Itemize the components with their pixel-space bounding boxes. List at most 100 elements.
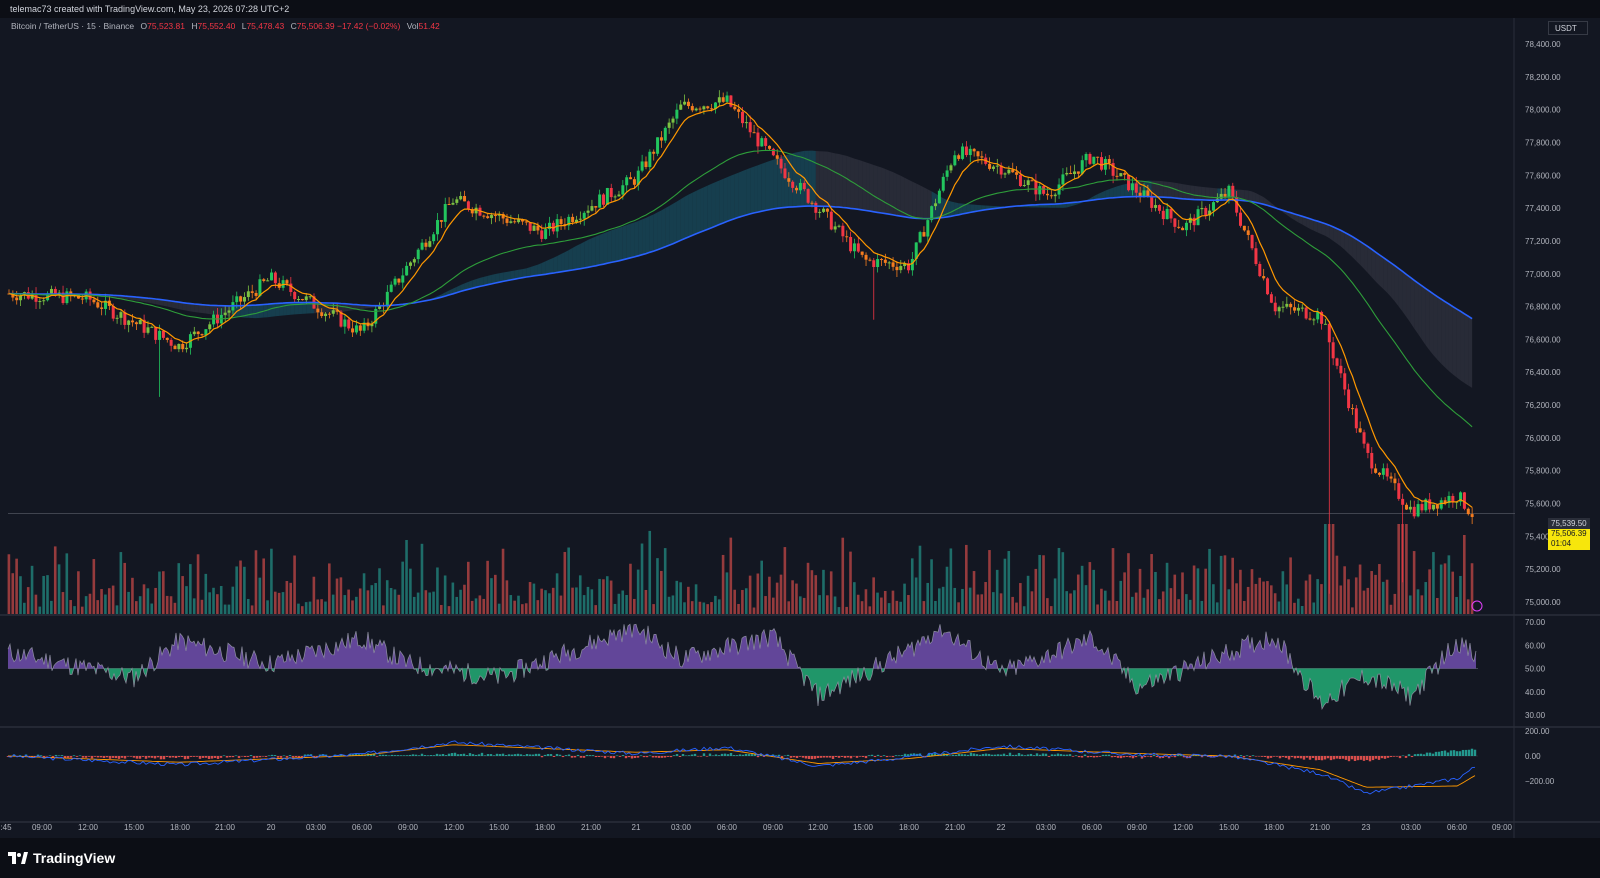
candle-body bbox=[320, 312, 324, 317]
rsi-fill bbox=[770, 630, 772, 669]
candle-body bbox=[1401, 498, 1405, 505]
rsi-fill bbox=[200, 643, 202, 669]
rsi-fill bbox=[1414, 668, 1416, 693]
macd-histogram-bar bbox=[174, 756, 178, 758]
volume-bar bbox=[1142, 597, 1146, 614]
candle-body bbox=[1184, 222, 1188, 231]
candle-body bbox=[540, 230, 544, 239]
volume-bar bbox=[1161, 591, 1165, 614]
cloud-segment bbox=[267, 303, 272, 318]
candle-body bbox=[968, 148, 972, 156]
chart-svg[interactable]: 78,400.0078,200.0078,000.0077,800.0077,6… bbox=[0, 18, 1600, 838]
candle-body bbox=[1289, 303, 1293, 308]
macd-histogram-bar bbox=[1398, 756, 1402, 759]
volume-bar bbox=[1269, 585, 1273, 614]
candle-body bbox=[1269, 294, 1273, 303]
volume-bar bbox=[42, 575, 45, 614]
volume-bar bbox=[829, 571, 833, 614]
candle-body bbox=[436, 220, 440, 235]
cloud-segment bbox=[734, 172, 739, 219]
symbol-label[interactable]: Bitcoin / TetherUS · 15 · Binance bbox=[11, 21, 134, 31]
candle-body bbox=[1296, 307, 1300, 311]
rsi-fill bbox=[1052, 654, 1054, 669]
macd-histogram-bar bbox=[258, 756, 262, 758]
price-tick-label: 77,200.00 bbox=[1525, 237, 1561, 246]
volume-bar bbox=[185, 586, 188, 614]
macd-histogram-bar bbox=[774, 755, 778, 756]
macd-histogram-bar bbox=[1260, 756, 1264, 757]
rsi-fill bbox=[490, 668, 492, 675]
chart-area[interactable]: 78,400.00 78,200.00 78,000.00 77,800.00 77,6… bbox=[0, 18, 1600, 843]
rsi-fill bbox=[360, 645, 362, 669]
volume-bar bbox=[169, 596, 173, 614]
macd-histogram-bar bbox=[582, 756, 586, 758]
macd-histogram-bar bbox=[885, 756, 889, 758]
macd-histogram-bar bbox=[1419, 753, 1423, 756]
candle-body bbox=[1389, 476, 1393, 479]
rsi-fill bbox=[1352, 668, 1354, 679]
cloud-segment bbox=[835, 153, 840, 208]
time-tick-label: 21:00 bbox=[215, 823, 236, 832]
price-tick-label: 76,400.00 bbox=[1525, 368, 1561, 377]
candle-body bbox=[883, 259, 887, 263]
cloud-segment bbox=[1171, 182, 1175, 198]
candle-body bbox=[250, 291, 254, 293]
candle-body bbox=[34, 294, 38, 302]
macd-histogram-bar bbox=[1125, 756, 1129, 757]
macd-histogram-bar bbox=[1404, 756, 1408, 758]
macd-histogram-bar bbox=[435, 753, 439, 756]
volume-bar bbox=[1316, 579, 1319, 614]
volume-bar bbox=[876, 592, 879, 614]
macd-histogram-bar bbox=[279, 756, 283, 758]
cloud-segment bbox=[645, 216, 650, 254]
time-tick-label: 20 bbox=[267, 823, 276, 832]
macd-histogram-bar bbox=[837, 756, 841, 758]
macd-histogram-bar bbox=[1059, 754, 1063, 756]
volume-bar bbox=[370, 585, 374, 614]
cloud-segment bbox=[700, 187, 704, 233]
candle-body bbox=[420, 242, 424, 250]
volume-bar bbox=[826, 595, 829, 614]
candle-body bbox=[1366, 443, 1370, 453]
candle-body bbox=[262, 279, 266, 282]
rsi-fill bbox=[948, 632, 950, 669]
cloud-segment bbox=[256, 304, 260, 319]
rsi-fill bbox=[638, 631, 640, 669]
macd-histogram-bar bbox=[579, 756, 583, 758]
macd-histogram-bar bbox=[447, 753, 451, 756]
candle-body bbox=[852, 243, 856, 252]
volume-bar bbox=[1351, 607, 1354, 614]
bar-countdown: 01:04 bbox=[1551, 539, 1572, 548]
rsi-fill bbox=[972, 659, 974, 669]
volume-bar bbox=[513, 600, 516, 614]
macd-histogram-bar bbox=[846, 756, 850, 758]
candle-body bbox=[138, 319, 142, 325]
volume-bar bbox=[1034, 568, 1038, 614]
volume-bar bbox=[717, 599, 721, 614]
volume-bar bbox=[590, 589, 594, 614]
macd-histogram-bar bbox=[432, 755, 436, 756]
candle-body bbox=[980, 156, 984, 158]
rsi-fill bbox=[772, 628, 774, 669]
candle-body bbox=[524, 221, 528, 223]
candle-body bbox=[1242, 225, 1246, 231]
candle-body bbox=[1393, 478, 1397, 484]
rsi-fill bbox=[1076, 638, 1078, 669]
volume-bar bbox=[1293, 602, 1296, 614]
volume-bar bbox=[235, 566, 238, 614]
candle-body bbox=[49, 288, 53, 294]
volume-bar bbox=[73, 606, 76, 614]
tradingview-logo[interactable]: TradingView bbox=[8, 850, 115, 866]
cloud-segment bbox=[1329, 225, 1334, 241]
macd-histogram-bar bbox=[117, 756, 121, 759]
volume-bar bbox=[802, 597, 806, 614]
rsi-fill bbox=[642, 629, 644, 669]
macd-histogram-bar bbox=[1041, 753, 1045, 756]
candle-body bbox=[825, 208, 829, 212]
macd-histogram-bar bbox=[225, 756, 229, 758]
currency-unit-button[interactable]: USDT bbox=[1548, 21, 1588, 35]
macd-histogram-bar bbox=[600, 756, 604, 757]
macd-histogram-bar bbox=[1311, 756, 1315, 759]
volume-bar bbox=[1324, 524, 1327, 614]
candle-body bbox=[791, 181, 795, 188]
